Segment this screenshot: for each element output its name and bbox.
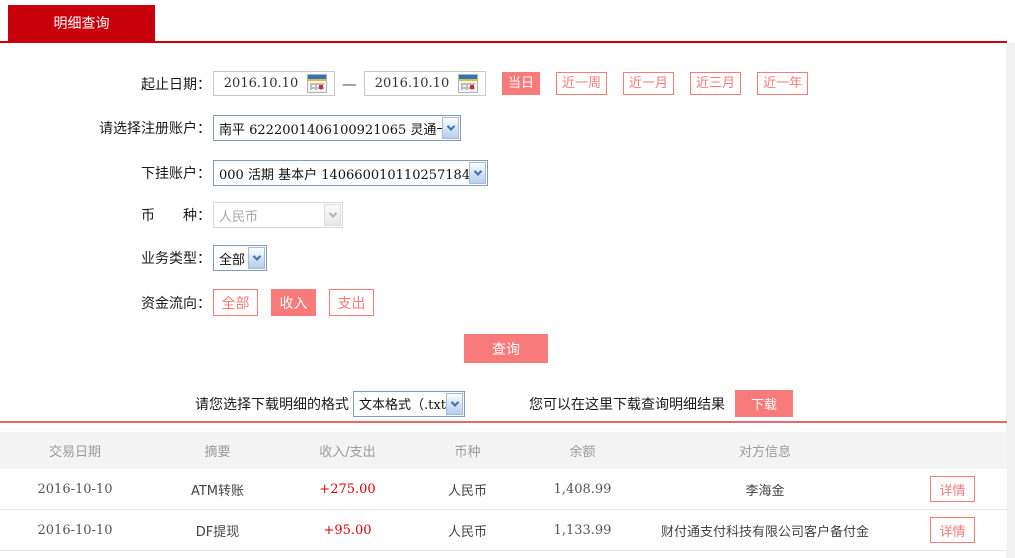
start-date-input[interactable] [215, 73, 307, 94]
register-account-row: 请选择注册账户： 南平 6222001406100921065 灵通卡 [0, 115, 461, 141]
download-hint: 您可以在这里下载查询明细结果 [529, 396, 725, 413]
cell-date: 2016-10-10 [37, 522, 113, 538]
date-range-label: 起止日期： [141, 76, 211, 93]
calendar-icon[interactable] [307, 74, 327, 93]
chevron-down-icon [469, 162, 486, 184]
chevron-down-icon [248, 247, 265, 269]
detail-query-page: 明细查询 起止日期： — 当日 近一周 近一月 近三月 近一年 请选择注册账户：… [0, 0, 1015, 558]
header-amount: 收入/支出 [319, 445, 376, 460]
calendar-icon[interactable] [458, 74, 478, 93]
start-date-field[interactable] [213, 71, 335, 96]
section-divider [0, 421, 1007, 423]
header-counterparty: 对方信息 [738, 445, 791, 460]
detail-button[interactable]: 详情 [930, 517, 975, 543]
download-format-label: 请您选择下载明细的格式 [195, 396, 349, 413]
sub-account-select[interactable]: 000 活期 基本户 1406600101102571848 [213, 160, 488, 186]
query-button[interactable]: 查询 [464, 334, 548, 363]
header-currency: 币种 [454, 445, 481, 460]
header-date: 交易日期 [48, 445, 101, 460]
cell-counterparty: 李海金 [745, 483, 785, 499]
quick-range-quarter-button[interactable]: 近三月 [690, 72, 742, 95]
quick-range-month-button[interactable]: 近一月 [623, 72, 675, 95]
cell-balance: 1,133.99 [553, 522, 612, 538]
tab-label: 明细查询 [53, 16, 110, 32]
fund-flow-income-button[interactable]: 收入 [271, 289, 316, 316]
sub-account-row: 下挂账户： 000 活期 基本户 1406600101102571848 [0, 160, 488, 186]
download-format-value: 文本格式（.txt） [359, 398, 446, 413]
currency-row: 币 种： 人民币 [0, 202, 343, 228]
date-range-row: 起止日期： — 当日 近一周 近一月 近三月 近一年 [0, 71, 809, 96]
chevron-down-icon [442, 117, 459, 139]
quick-range-week-button[interactable]: 近一周 [556, 72, 608, 95]
business-type-value: 全部 [219, 252, 246, 268]
tab-underline [0, 41, 1007, 43]
cell-summary: DF提现 [195, 524, 240, 540]
download-format-select[interactable]: 文本格式（.txt） [353, 390, 465, 417]
table-header: 交易日期 摘要 收入/支出 币种 余额 对方信息 [0, 432, 1007, 469]
currency-value: 人民币 [219, 209, 259, 225]
chevron-down-icon [446, 392, 463, 415]
cell-currency: 人民币 [447, 524, 487, 540]
fund-flow-row: 资金流向： 全部 收入 支出 [0, 289, 387, 316]
header-summary: 摘要 [204, 445, 231, 460]
detail-button[interactable]: 详情 [930, 476, 975, 502]
business-type-select[interactable]: 全部 [213, 245, 267, 271]
chevron-down-icon [324, 204, 341, 226]
table-row: 2016-10-10 ATM转账 +275.00 人民币 1,408.99 李海… [0, 469, 1007, 510]
currency-label: 币 种： [141, 208, 211, 224]
date-separator: — [342, 74, 357, 93]
cell-counterparty: 财付通支付科技有限公司客户备付金 [660, 524, 869, 540]
fund-flow-all-button[interactable]: 全部 [213, 289, 258, 316]
currency-select: 人民币 [213, 202, 343, 228]
cell-date: 2016-10-10 [37, 481, 113, 497]
table-row: 2016-10-10 DF提现 +95.00 人民币 1,133.99 财付通支… [0, 510, 1007, 551]
header-balance: 余额 [569, 445, 596, 460]
fund-flow-label: 资金流向： [141, 295, 211, 312]
register-account-select[interactable]: 南平 6222001406100921065 灵通卡 [213, 115, 461, 141]
download-row: 请您选择下载明细的格式 文本格式（.txt） 您可以在这里下载查询明细结果 下载 [195, 390, 793, 417]
quick-range-today-button[interactable]: 当日 [502, 72, 541, 95]
cell-amount: +275.00 [319, 481, 376, 497]
cell-currency: 人民币 [447, 483, 487, 499]
quick-range-year-button[interactable]: 近一年 [757, 72, 809, 95]
tab-detail-query[interactable]: 明细查询 [8, 5, 155, 41]
sub-account-value: 000 活期 基本户 1406600101102571848 [219, 167, 469, 183]
fund-flow-expense-button[interactable]: 支出 [329, 289, 374, 316]
download-button[interactable]: 下载 [735, 390, 793, 417]
register-account-label: 请选择注册账户： [99, 121, 211, 137]
end-date-input[interactable] [366, 73, 458, 94]
cell-summary: ATM转账 [190, 483, 245, 499]
register-account-value: 南平 6222001406100921065 灵通卡 [219, 122, 442, 138]
end-date-field[interactable] [364, 71, 486, 96]
business-type-label: 业务类型： [141, 251, 211, 267]
sub-account-label: 下挂账户： [141, 166, 211, 182]
business-type-row: 业务类型： 全部 [0, 245, 267, 271]
cell-balance: 1,408.99 [553, 481, 612, 497]
cell-amount: +95.00 [323, 522, 372, 538]
